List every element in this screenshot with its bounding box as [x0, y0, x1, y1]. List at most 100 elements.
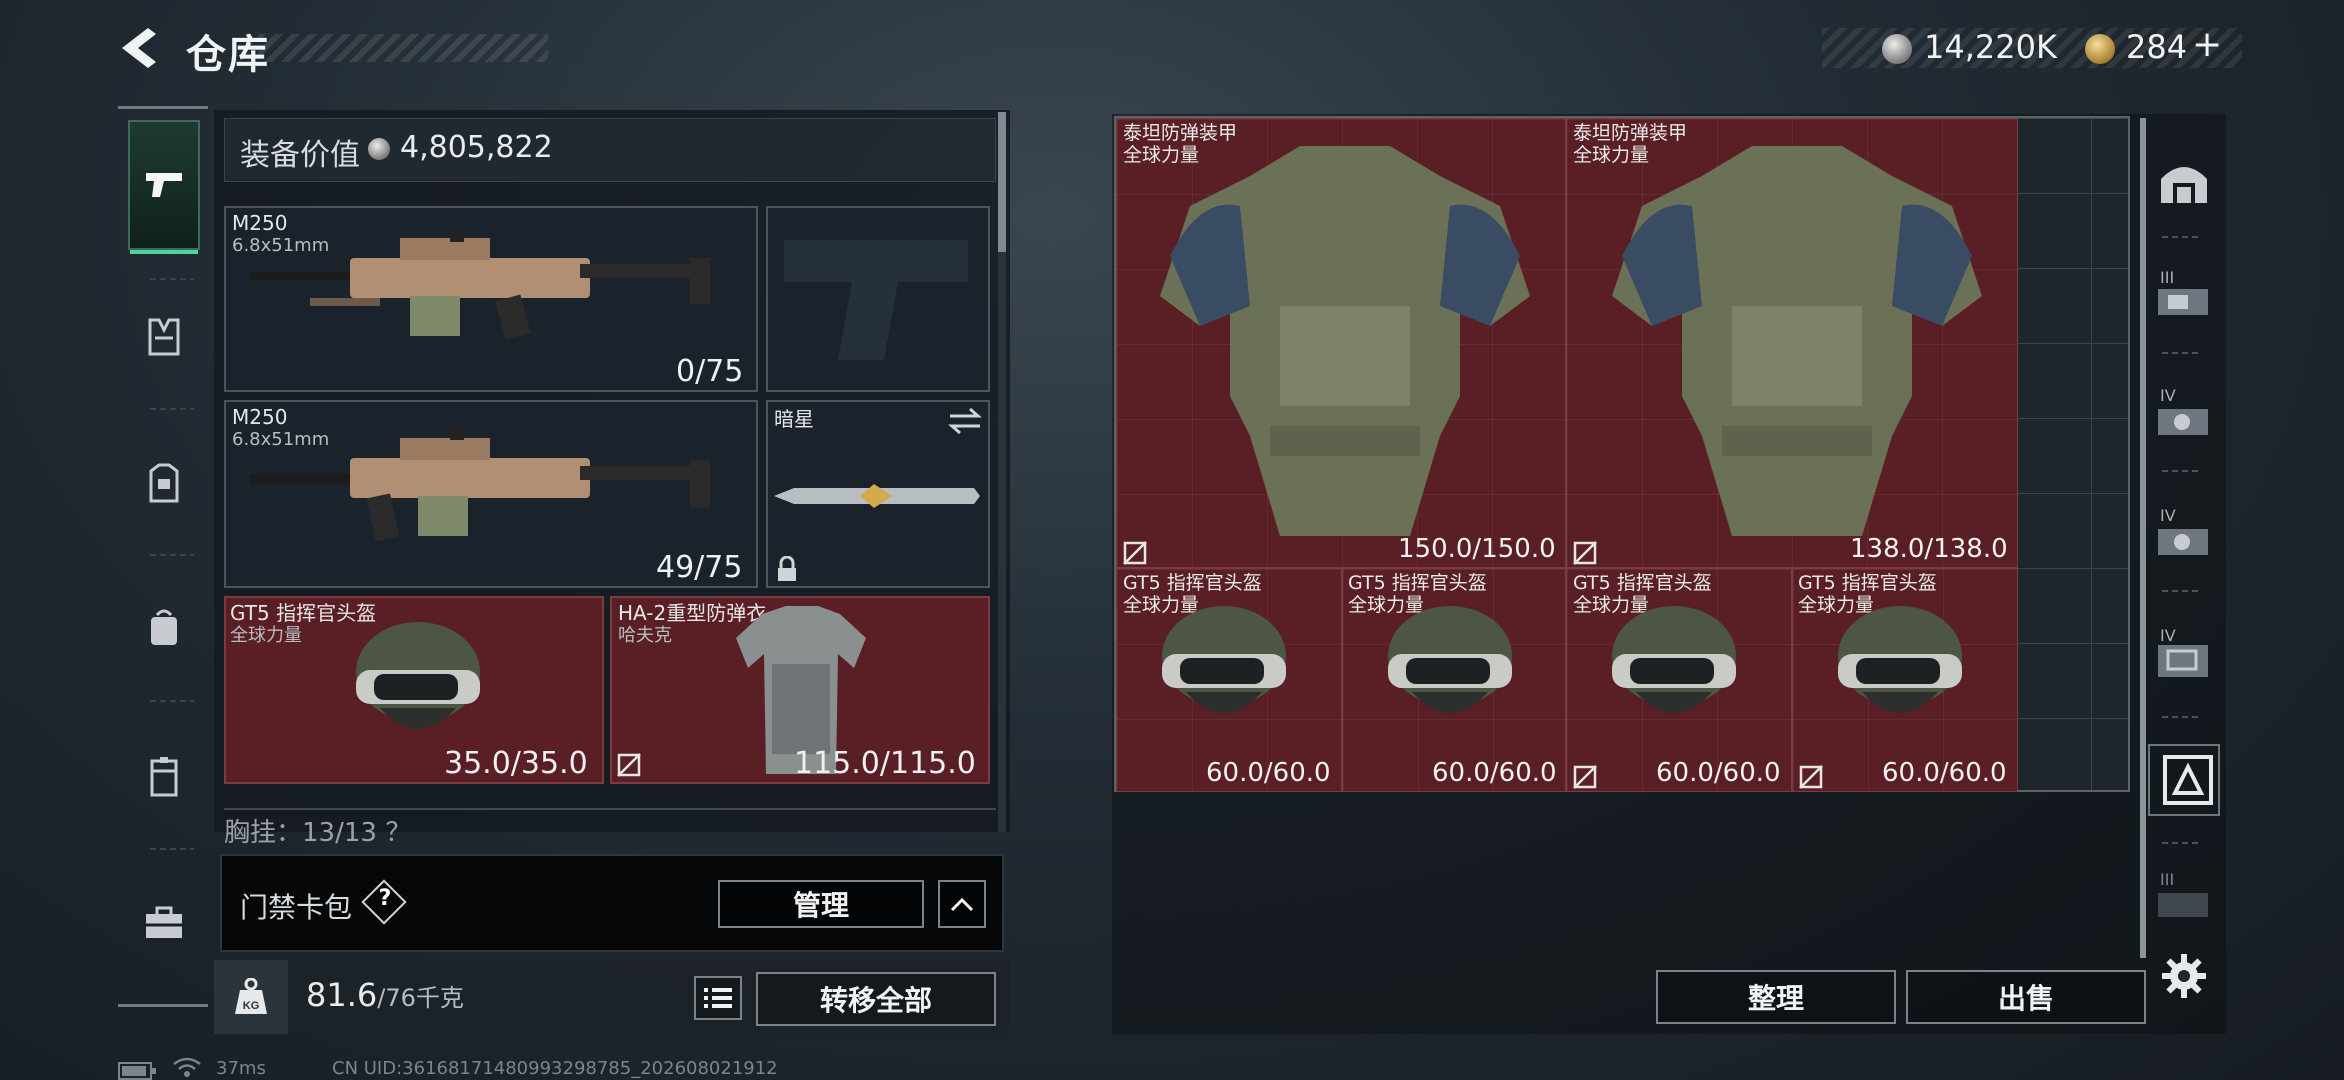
- ammo-count: 49/75: [656, 550, 743, 585]
- rail-divider: [150, 554, 194, 556]
- rail-divider: [150, 700, 194, 702]
- category-armor[interactable]: [128, 418, 200, 548]
- chest-rig-label: 胸挂：13/13 ？: [224, 818, 412, 848]
- tier-label: IV: [2160, 506, 2176, 525]
- rail-divider: [150, 848, 194, 850]
- uninsured-icon: [617, 753, 641, 777]
- knife-image: [774, 484, 980, 508]
- carry-weight: 81.6/76千克: [306, 976, 464, 1014]
- case-icon: [150, 757, 178, 797]
- stash-box-icon: [2161, 167, 2207, 203]
- transfer-all-button[interactable]: 转移全部: [756, 972, 996, 1026]
- category-chest-rig[interactable]: [128, 272, 200, 402]
- keycard-wallet-label: 门禁卡包: [240, 891, 353, 924]
- ammo-count: 0/75: [676, 354, 744, 389]
- swap-icon[interactable]: [948, 406, 982, 436]
- manage-button[interactable]: 管理: [718, 880, 924, 928]
- item-durability: 60.0/60.0: [1206, 758, 1331, 788]
- category-weapons[interactable]: [128, 120, 200, 254]
- sidebar-divider: [2162, 590, 2202, 592]
- pistol-icon: [146, 173, 182, 197]
- list-view-button[interactable]: [694, 976, 742, 1020]
- armor-faction: 哈夫克: [618, 625, 672, 646]
- gold-coin-icon: [2085, 34, 2115, 64]
- sidebar-divider: [2162, 842, 2202, 844]
- category-toolbox[interactable]: [128, 858, 200, 988]
- briefcase-icon: [146, 906, 182, 938]
- sell-button[interactable]: 出售: [1906, 970, 2146, 1024]
- item-durability: 150.0/150.0: [1398, 534, 1556, 564]
- item-name: GT5 指挥官头盔: [1573, 572, 1712, 594]
- helmet-image: [1612, 606, 1736, 713]
- gear-icon: [2162, 954, 2206, 998]
- battery-icon: [118, 1062, 156, 1080]
- tier-label: III: [2160, 268, 2175, 287]
- armor-durability: 115.0/115.0: [794, 746, 976, 781]
- machine-gun-image: [250, 426, 710, 542]
- silver-coin-icon: [1882, 34, 1912, 64]
- item-durability: 60.0/60.0: [1656, 758, 1781, 788]
- sidebar-divider: [2162, 352, 2202, 354]
- pistol-silhouette-icon: [784, 240, 968, 360]
- item-durability: 60.0/60.0: [1432, 758, 1557, 788]
- back-arrow-icon[interactable]: [118, 26, 160, 70]
- item-name: GT5 指挥官头盔: [1348, 572, 1487, 594]
- category-backpack[interactable]: [128, 562, 200, 692]
- sidebar-divider: [2162, 236, 2202, 238]
- item-name: GT5 指挥官头盔: [1123, 572, 1262, 594]
- stash-tab-main[interactable]: [2154, 150, 2214, 210]
- backpack-icon: [151, 609, 177, 645]
- silver-currency-amount: 14,220K: [1924, 28, 2057, 66]
- lock-icon: [778, 556, 796, 581]
- helmet-image: [1388, 606, 1512, 713]
- ping-readout: 37ms: [216, 1058, 266, 1079]
- list-icon: [704, 988, 732, 1008]
- chest-rig-icon: [148, 318, 180, 356]
- category-secure-case[interactable]: [128, 712, 200, 842]
- sidebar-divider: [2162, 716, 2202, 718]
- item-durability: 138.0/138.0: [1850, 534, 2008, 564]
- melee-name: 暗星: [774, 407, 814, 431]
- uninsured-icon: [1799, 765, 1823, 789]
- wifi-icon: [173, 1057, 201, 1077]
- silver-coin-icon: [368, 138, 390, 160]
- help-icon-glyph: ?: [378, 886, 392, 911]
- titan-armor-image: [1160, 146, 1530, 536]
- uninsured-icon: [1123, 541, 1147, 565]
- collapse-button[interactable]: [938, 880, 986, 928]
- item-name: GT5 指挥官头盔: [1798, 572, 1937, 594]
- weight-kg-icon: KG: [235, 978, 267, 1014]
- sort-button[interactable]: 整理: [1656, 970, 1896, 1024]
- sidebar-divider: [2162, 470, 2202, 472]
- uninsured-icon: [1573, 765, 1597, 789]
- machine-gun-image: [250, 228, 710, 340]
- add-currency-button[interactable]: +: [2192, 24, 2222, 65]
- tier-label: IV: [2160, 626, 2176, 645]
- item-durability: 60.0/60.0: [1882, 758, 2007, 788]
- svg-text:KG: KG: [243, 1000, 260, 1012]
- tier-label: IV: [2160, 386, 2176, 405]
- titan-armor-image: [1612, 146, 1982, 536]
- chevron-up-icon: [950, 897, 974, 912]
- loadout-scrollbar-thumb[interactable]: [998, 112, 1006, 252]
- helmet-image: [356, 622, 480, 729]
- tier-label: III: [2160, 870, 2175, 889]
- title-decoration: [258, 34, 548, 62]
- uninsured-icon: [1573, 541, 1597, 565]
- user-uid: CN UID:36168171480993298785_202608021912: [332, 1058, 778, 1079]
- equipment-value-label: 装备价值: [240, 138, 360, 173]
- helmet-image: [1162, 606, 1286, 713]
- carry-weight-limit: /76千克: [377, 984, 464, 1012]
- gold-currency-amount: 284: [2126, 28, 2188, 66]
- helmet-image: [1838, 606, 1962, 713]
- helmet-durability: 35.0/35.0: [444, 746, 588, 781]
- rail-divider: [150, 408, 194, 410]
- stash-scrollbar[interactable]: [2140, 118, 2146, 958]
- rail-top-divider: [118, 106, 208, 109]
- settings-button[interactable]: [2154, 946, 2214, 1006]
- rail-bottom-divider: [118, 1004, 208, 1007]
- stash-tab-5[interactable]: [2158, 750, 2218, 810]
- stash-grid-icon: [2163, 755, 2213, 805]
- armor-icon: [149, 463, 179, 503]
- carry-weight-current: 81.6: [306, 976, 378, 1014]
